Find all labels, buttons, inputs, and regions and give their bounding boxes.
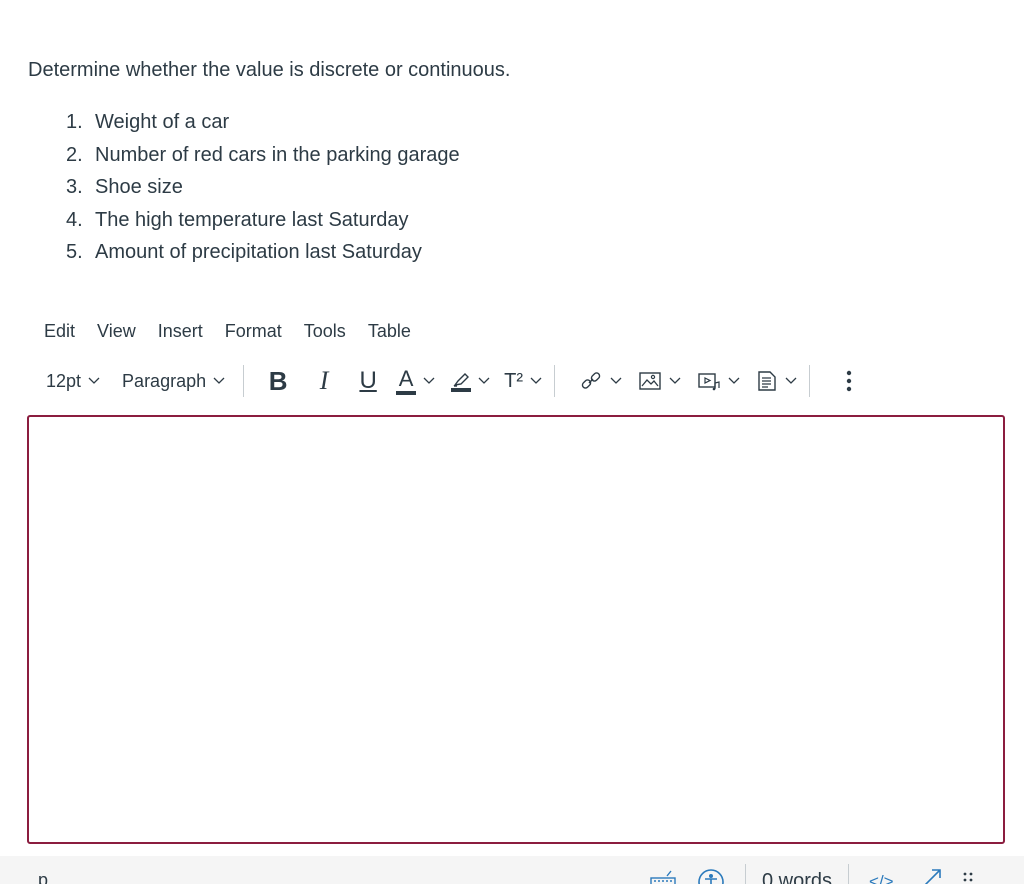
list-item-number: 2. [66,143,83,166]
html-editor-toggle[interactable]: </> [869,872,894,884]
fullscreen-icon[interactable] [920,866,944,884]
link-button[interactable] [579,363,622,399]
statusbar-separator [745,864,746,884]
list-item-number: 1. [66,111,83,133]
list-item-text: Amount of precipitation last Saturday [95,241,422,263]
list-item-number: 4. [66,208,83,231]
list-item: 5. Amount of precipitation last Saturday [66,236,460,269]
bold-button[interactable]: B [260,363,296,399]
question-prompt: Determine whether the value is discrete … [28,59,511,81]
menu-edit[interactable]: Edit [33,321,86,342]
chevron-down-icon [478,375,490,385]
italic-icon: I [319,366,329,395]
menu-format[interactable]: Format [214,321,293,342]
block-format-dropdown[interactable]: Paragraph [122,370,225,392]
list-item: 2. Number of red cars in the parking gara… [66,139,460,172]
editor-menubar: Edit View Insert Format Tools Table [33,318,422,344]
statusbar-controls: 0 words </> [645,864,974,884]
document-button[interactable] [756,363,797,399]
menu-tools[interactable]: Tools [293,321,357,342]
list-item: 1. Weight of a car [66,106,460,139]
list-item-number: 5. [66,241,83,263]
list-item-text: The high temperature last Saturday [95,208,409,231]
editor-toolbar: 12pt Paragraph B I U A T² [36,362,976,400]
question-list: 1. Weight of a car 2. Number of red cars i… [66,106,460,269]
document-icon [756,370,778,392]
more-options-button[interactable] [834,363,864,399]
menu-table[interactable]: Table [357,321,422,342]
chevron-down-icon [610,375,622,385]
keyboard-icon[interactable] [649,870,677,884]
text-color-icon: A [396,365,417,395]
font-size-value: 12pt [46,370,82,391]
list-item-text: Number of red cars in the parking garage [95,143,460,166]
text-color-swatch [396,390,417,395]
link-icon [579,370,603,392]
superscript-icon: T² [504,369,523,392]
highlight-color-button[interactable] [451,363,490,399]
text-color-letter: A [398,365,414,391]
highlight-icon [451,371,472,392]
italic-button[interactable]: I [306,363,342,399]
editor-content-area[interactable] [27,415,1005,844]
image-icon [638,370,662,392]
list-item-text: Weight of a car [95,111,230,133]
list-item: 3. Shoe size [66,171,460,204]
editor-statusbar: p 0 words </> [0,856,1024,884]
more-icon [846,370,852,392]
accessibility-icon[interactable] [697,868,725,884]
underline-icon: U [359,367,377,394]
underline-button[interactable]: U [350,363,386,399]
question-body: Determine whether the value is discrete … [28,58,998,263]
chevron-down-icon [213,375,225,385]
text-color-button[interactable]: A [396,363,435,399]
bold-icon: B [268,365,288,396]
chevron-down-icon [88,375,100,385]
highlight-swatch [451,387,472,392]
block-format-value: Paragraph [122,370,207,391]
chevron-down-icon [669,375,681,385]
resize-handle-icon[interactable] [962,870,974,884]
toolbar-separator [243,365,245,397]
word-count: 0 words [762,870,833,884]
list-item-number: 3. [66,176,83,198]
element-path[interactable]: p [38,870,48,884]
menu-view[interactable]: View [86,321,147,342]
list-item-text: Shoe size [95,176,183,198]
image-button[interactable] [638,363,681,399]
toolbar-separator [554,365,555,397]
chevron-down-icon [530,375,542,385]
chevron-down-icon [423,375,435,385]
superscript-button[interactable]: T² [504,363,542,399]
chevron-down-icon [728,375,740,385]
media-button[interactable] [697,363,740,399]
list-item: 4. The high temperature last Saturday [66,204,460,237]
media-icon [697,370,721,392]
statusbar-separator [848,864,850,884]
menu-insert[interactable]: Insert [147,321,214,342]
toolbar-separator [809,365,810,397]
chevron-down-icon [785,375,797,385]
font-size-dropdown[interactable]: 12pt [46,370,100,392]
